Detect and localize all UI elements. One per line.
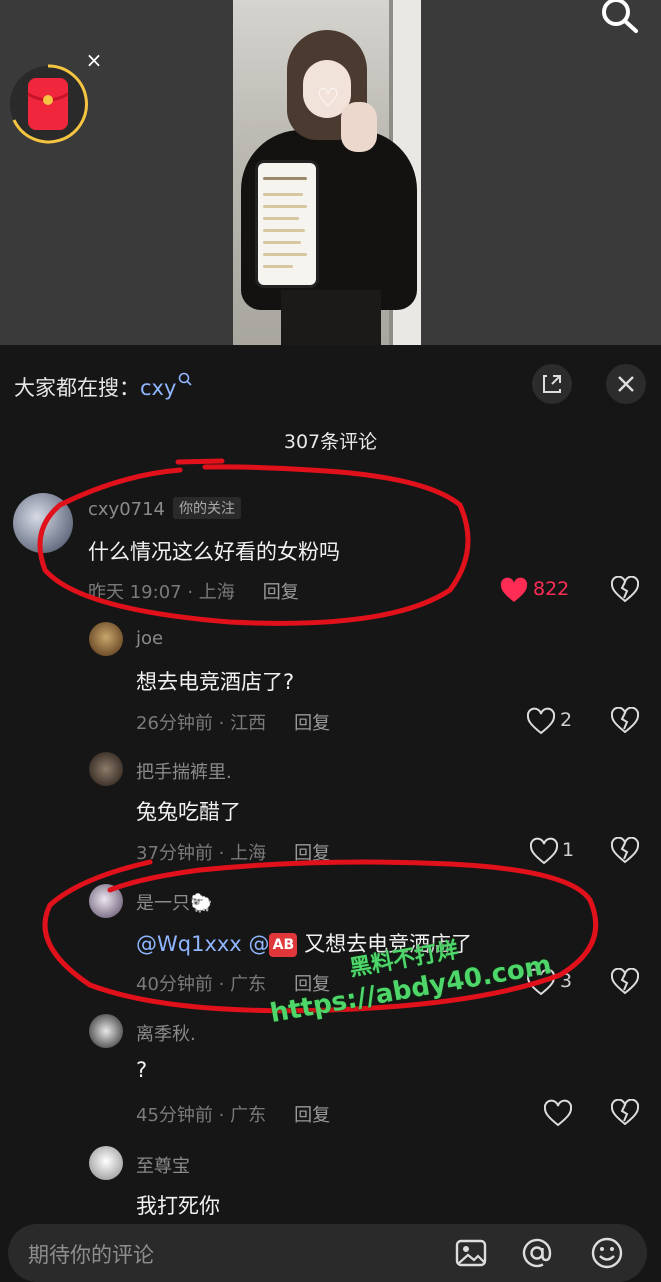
ab-emoji-icon: AB	[269, 933, 298, 957]
comment-item[interactable]: 离季秋. ? 45分钟前 · 广东 回复	[0, 1012, 661, 1132]
comment-meta: 昨天 19:07 · 上海 回复	[88, 582, 299, 603]
emoji-icon[interactable]	[590, 1236, 624, 1270]
video-area[interactable]: ♡ ×	[0, 0, 661, 345]
phone-in-hand	[255, 160, 319, 288]
video-frame[interactable]: ♡	[233, 0, 421, 345]
comment-count: 307条评论	[283, 431, 378, 453]
phone-row	[263, 205, 307, 208]
like-count: 1	[562, 839, 575, 861]
dislike-icon[interactable]	[611, 1099, 639, 1127]
heart-icon[interactable]	[544, 1099, 572, 1129]
comment-username[interactable]: 离季秋.	[136, 1020, 196, 1046]
comment-meta: 45分钟前 · 广东 回复	[136, 1105, 331, 1126]
hot-search-prefix: 大家都在搜：	[14, 376, 140, 400]
heart-icon[interactable]	[530, 837, 558, 867]
avatar[interactable]	[89, 1014, 123, 1048]
heart-sticker-icon: ♡	[316, 84, 340, 114]
phone-row	[263, 265, 293, 268]
dislike-icon[interactable]	[611, 576, 639, 604]
follow-tag: 你的关注	[173, 497, 242, 519]
comment-input-bar[interactable]: 期待你的评论	[8, 1224, 647, 1282]
hot-search[interactable]: 大家都在搜：cxy	[14, 372, 192, 402]
hand	[341, 102, 377, 152]
comment-meta: 37分钟前 · 上海 回复	[136, 843, 331, 864]
like-count: 2	[560, 709, 573, 731]
comment-text[interactable]: 兔兔吃醋了	[136, 796, 241, 826]
comment-username[interactable]: joe	[136, 628, 163, 649]
avatar[interactable]	[89, 884, 123, 918]
avatar[interactable]	[89, 622, 123, 656]
person-legs	[281, 290, 381, 345]
comment-item[interactable]: 至尊宝 我打死你	[0, 1144, 661, 1224]
expand-button[interactable]	[532, 364, 572, 404]
phone-row	[263, 241, 301, 244]
comment-input-placeholder[interactable]: 期待你的评论	[28, 1239, 154, 1269]
reply-button[interactable]: 回复	[294, 713, 330, 734]
search-icon[interactable]	[598, 0, 642, 34]
phone-row	[263, 229, 305, 232]
close-icon	[618, 376, 634, 392]
reply-button[interactable]: 回复	[263, 582, 299, 603]
comment-text[interactable]: 什么情况这么好看的女粉吗	[88, 536, 340, 566]
phone-row	[263, 253, 307, 256]
comment-username[interactable]: cxy0714 你的关注	[88, 497, 242, 520]
reply-button[interactable]: 回复	[294, 1105, 330, 1126]
comment-username[interactable]: 是一只🐑	[136, 889, 212, 915]
close-button[interactable]	[606, 364, 646, 404]
mention-link[interactable]: @	[248, 932, 269, 956]
avatar[interactable]	[89, 1146, 123, 1180]
comment-meta: 26分钟前 · 江西 回复	[136, 713, 331, 734]
comment-item[interactable]: cxy0714 你的关注 什么情况这么好看的女粉吗 昨天 19:07 · 上海 回复…	[0, 490, 661, 610]
dislike-icon[interactable]	[611, 837, 639, 865]
at-icon[interactable]	[520, 1236, 554, 1270]
avatar[interactable]	[13, 493, 73, 553]
phone-row	[263, 177, 307, 180]
comment-text[interactable]: 我打死你	[136, 1190, 220, 1220]
search-icon	[179, 372, 192, 386]
comment-item[interactable]: 把手揣裤里. 兔兔吃醋了 37分钟前 · 上海 回复 1	[0, 750, 661, 870]
avatar[interactable]	[89, 752, 123, 786]
dislike-icon[interactable]	[611, 968, 639, 996]
heart-icon[interactable]	[500, 576, 528, 606]
expand-icon	[543, 375, 561, 393]
comment-text[interactable]: ?	[136, 1058, 147, 1082]
comment-username[interactable]: 至尊宝	[136, 1152, 190, 1178]
comment-item[interactable]: joe 想去电竞酒店了? 26分钟前 · 江西 回复 2	[0, 620, 661, 740]
dislike-icon[interactable]	[611, 707, 639, 735]
close-icon[interactable]: ×	[82, 48, 106, 72]
mention-link[interactable]: @Wq1xxx	[136, 932, 242, 956]
comment-text[interactable]: 想去电竞酒店了?	[136, 666, 294, 696]
comment-username[interactable]: 把手揣裤里.	[136, 758, 232, 784]
hot-search-keyword[interactable]: cxy	[140, 376, 176, 400]
red-packet-icon[interactable]	[8, 64, 88, 144]
reply-button[interactable]: 回复	[294, 843, 330, 864]
phone-row	[263, 217, 299, 220]
heart-icon[interactable]	[527, 707, 555, 737]
phone-row	[263, 193, 303, 196]
like-count: 822	[533, 578, 570, 600]
image-icon[interactable]	[454, 1236, 488, 1270]
